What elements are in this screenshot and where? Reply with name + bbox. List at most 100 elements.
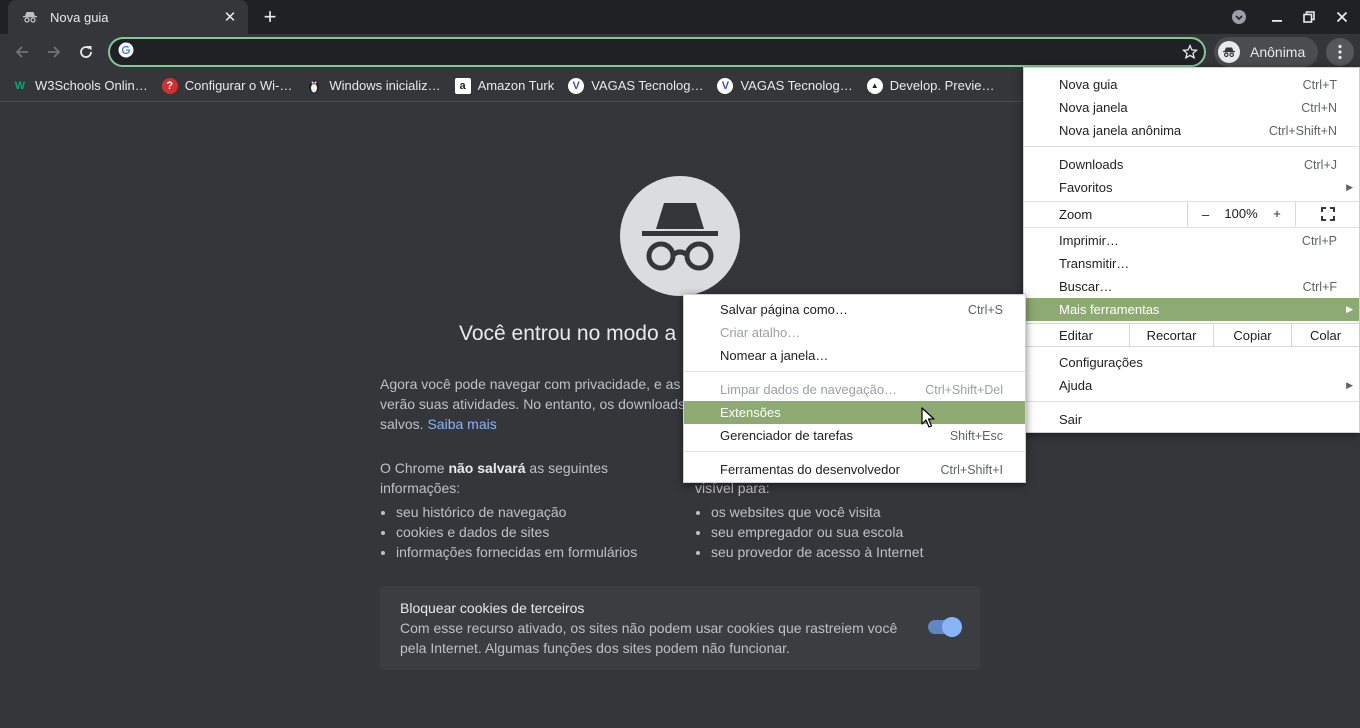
bookmark-item[interactable]: ? Configurar o Wi-…	[161, 77, 292, 94]
fullscreen-icon[interactable]	[1295, 202, 1359, 226]
submenu-create-shortcut: Criar atalho…	[684, 321, 1025, 344]
submenu-arrow-icon: ▶	[1346, 182, 1353, 192]
list-item: cookies e dados de sites	[396, 522, 670, 542]
list-item: seu empregador ou sua escola	[711, 522, 985, 542]
menu-new-window[interactable]: Nova janela Ctrl+N	[1024, 96, 1359, 119]
menu-label: Nova janela anônima	[1059, 123, 1182, 138]
menu-favorites[interactable]: Favoritos ▶	[1024, 176, 1359, 199]
cookie-toggle[interactable]	[928, 617, 962, 637]
mouse-cursor-icon	[921, 407, 935, 429]
restore-icon[interactable]	[1292, 0, 1326, 34]
bookmark-star-icon[interactable]	[1176, 44, 1204, 60]
submenu-arrow-icon: ▶	[1346, 380, 1353, 390]
menu-shortcut: Ctrl+S	[967, 302, 1003, 317]
zoom-out-button[interactable]: –	[1187, 202, 1223, 226]
submenu-dev-tools[interactable]: Ferramentas do desenvolvedor Ctrl+Shift+I	[684, 458, 1025, 481]
menu-label: Criar atalho…	[720, 325, 801, 340]
bookmark-label: W3Schools Onlin…	[35, 78, 148, 93]
submenu-name-window[interactable]: Nomear a janela…	[684, 344, 1025, 367]
bookmark-item[interactable]: V VAGAS Tecnolog…	[717, 77, 853, 94]
cookie-title: Bloquear cookies de terceiros	[400, 600, 585, 616]
menu-new-tab[interactable]: Nova guia Ctrl+T	[1024, 73, 1359, 96]
menu-label: Nomear a janela…	[720, 348, 829, 363]
address-input[interactable]	[142, 44, 1176, 60]
cookie-block-card: Bloquear cookies de terceiros Com esse r…	[380, 586, 980, 670]
bookmark-label: Amazon Turk	[477, 78, 555, 93]
column-title: informações:	[380, 480, 461, 496]
toolbar: Anônima	[0, 34, 1360, 70]
copy-button[interactable]: Copiar	[1213, 323, 1291, 347]
edit-row: Editar Recortar Copiar Colar	[1024, 323, 1359, 347]
menu-shortcut: Ctrl+Shift+I	[940, 462, 1003, 477]
submenu-clear-data: Limpar dados de navegação… Ctrl+Shift+Del	[684, 378, 1025, 401]
close-window-icon[interactable]	[1325, 0, 1359, 34]
cookie-description: Com esse recurso ativado, os sites não p…	[400, 620, 898, 656]
menu-divider	[1024, 401, 1359, 402]
bookmark-item[interactable]: W W3Schools Onlin…	[12, 78, 148, 94]
minimize-icon[interactable]	[1260, 0, 1294, 34]
menu-divider	[1024, 227, 1359, 228]
list-item: seu provedor de acesso à Internet	[711, 542, 985, 562]
zoom-in-button[interactable]: +	[1259, 202, 1295, 226]
bookmark-item[interactable]: V VAGAS Tecnolog…	[568, 77, 703, 94]
reload-icon[interactable]	[74, 40, 98, 64]
cut-button[interactable]: Recortar	[1129, 323, 1213, 347]
menu-shortcut: Ctrl+P	[1301, 233, 1337, 248]
paste-button[interactable]: Colar	[1291, 323, 1359, 347]
menu-label: Buscar…	[1059, 279, 1113, 294]
menu-label: Nova guia	[1059, 77, 1118, 92]
menu-cast[interactable]: Transmitir…	[1024, 252, 1359, 275]
forward-icon[interactable]	[42, 40, 66, 64]
submenu-extensions[interactable]: Extensões	[684, 401, 1025, 424]
incognito-icon	[22, 9, 38, 25]
menu-print[interactable]: Imprimir… Ctrl+P	[1024, 229, 1359, 252]
menu-new-incognito[interactable]: Nova janela anônima Ctrl+Shift+N	[1024, 119, 1359, 142]
menu-find[interactable]: Buscar… Ctrl+F	[1024, 275, 1359, 298]
profile-button[interactable]: Anônima	[1214, 37, 1318, 67]
menu-divider	[1024, 146, 1359, 147]
menu-label: Imprimir…	[1059, 233, 1119, 248]
menu-label: Nova janela	[1059, 100, 1128, 115]
learn-more-link[interactable]: Saiba mais	[427, 416, 496, 432]
submenu-arrow-icon: ▶	[1346, 304, 1353, 314]
menu-label: Sair	[1059, 412, 1083, 427]
menu-label: Ajuda	[1059, 378, 1093, 393]
submenu-task-manager[interactable]: Gerenciador de tarefas Shift+Esc	[684, 424, 1025, 447]
menu-exit[interactable]: Sair	[1024, 408, 1359, 431]
list-item: seu histórico de navegação	[396, 502, 670, 522]
tab-search-icon[interactable]	[1222, 0, 1256, 34]
tab-title: Nova guia	[50, 9, 109, 25]
tab-strip: Nova guia ✕ +	[0, 0, 1360, 34]
column-title-bold: não salvará	[448, 460, 526, 476]
list-item: informações fornecidas em formulários	[396, 542, 670, 562]
back-icon[interactable]	[10, 40, 34, 64]
menu-shortcut: Shift+Esc	[949, 428, 1003, 443]
menu-downloads[interactable]: Downloads Ctrl+J	[1024, 153, 1359, 176]
bookmark-item[interactable]: ▲ Develop. Previe…	[866, 77, 994, 94]
question-icon: ?	[161, 77, 178, 94]
menu-label: Transmitir…	[1059, 256, 1130, 271]
menu-more-tools[interactable]: Mais ferramentas ▶	[1024, 298, 1359, 321]
bookmark-label: Windows inicializ…	[329, 78, 441, 93]
menu-help[interactable]: Ajuda ▶	[1024, 374, 1359, 397]
bookmark-item[interactable]: Windows inicializ…	[306, 78, 441, 94]
menu-divider	[684, 451, 1025, 452]
submenu-save-page[interactable]: Salvar página como… Ctrl+S	[684, 298, 1025, 321]
menu-label: Limpar dados de navegação…	[720, 382, 898, 397]
vagas-icon: V	[717, 77, 734, 94]
kebab-menu-icon[interactable]	[1326, 38, 1354, 66]
close-icon[interactable]: ✕	[222, 9, 238, 26]
new-tab-button[interactable]: +	[258, 4, 282, 29]
intro-line: salvos.	[380, 416, 424, 432]
not-saved-column: O Chrome não salvará as seguintes inform…	[380, 458, 670, 562]
bookmark-item[interactable]: a Amazon Turk	[454, 77, 555, 94]
triangle-icon: ▲	[866, 77, 883, 94]
menu-settings[interactable]: Configurações	[1024, 351, 1359, 374]
tab-active[interactable]: Nova guia ✕	[8, 0, 248, 34]
incognito-logo-icon	[620, 176, 740, 296]
edit-label: Editar	[1059, 327, 1093, 343]
chrome-main-menu: Nova guia Ctrl+T Nova janela Ctrl+N Nova j…	[1023, 67, 1360, 433]
menu-label: Extensões	[720, 405, 781, 420]
omnibox[interactable]	[108, 37, 1206, 67]
menu-shortcut: Ctrl+N	[1301, 100, 1337, 115]
